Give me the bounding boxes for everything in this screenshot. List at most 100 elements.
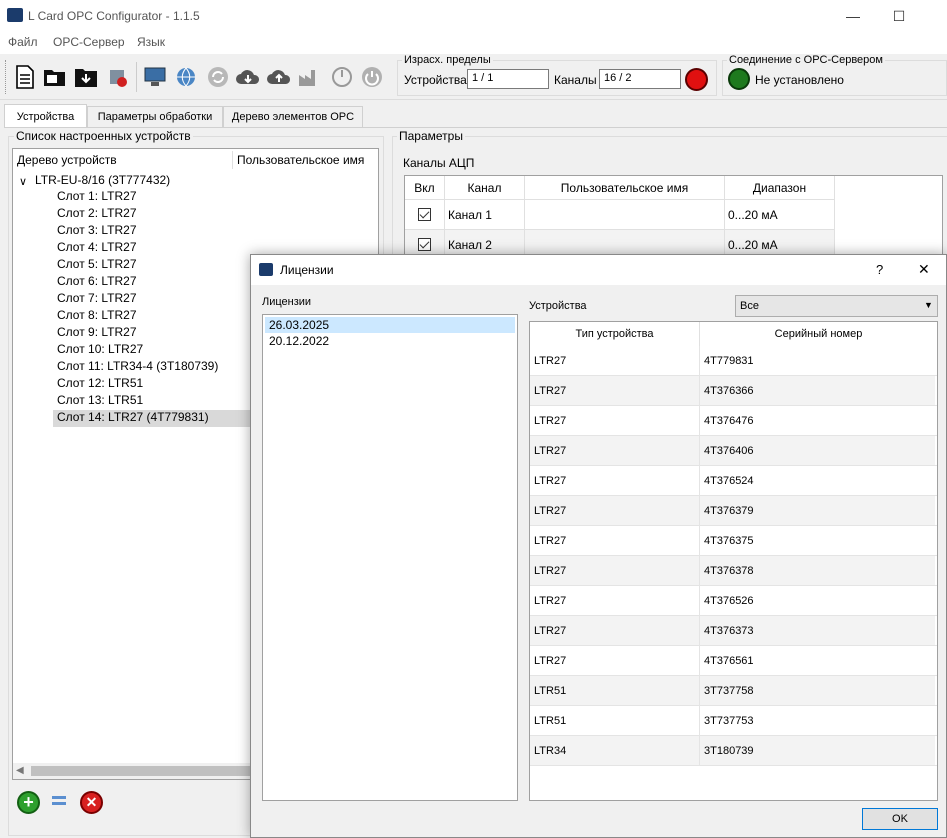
scroll-left-arrow-icon[interactable]: ◀ <box>16 765 24 776</box>
device-row[interactable]: LTR51 3T737758 <box>530 676 937 706</box>
channel-1-range[interactable]: 0...20 мА <box>725 200 835 230</box>
device-row[interactable]: LTR27 4T376524 <box>530 466 937 496</box>
scroll-thumb[interactable] <box>31 766 251 776</box>
adc-section-title: Каналы АЦП <box>403 156 475 170</box>
licenses-dialog: Лицензии ? ✕ Лицензии 26.03.2025 20.12.20… <box>250 254 947 838</box>
license-item[interactable]: 26.03.2025 <box>265 317 515 333</box>
add-device-icon[interactable]: + <box>17 791 40 814</box>
tree-header-device[interactable]: Дерево устройств <box>17 153 117 167</box>
remove-device-icon[interactable]: ✕ <box>80 791 103 814</box>
devices-limit-field[interactable]: 1 / 1 <box>467 69 549 89</box>
tree-slot-node[interactable]: Слот 6: LTR27 <box>53 274 141 291</box>
device-row[interactable]: LTR27 4T376476 <box>530 406 937 436</box>
channels-table: Вкл Канал Пользовательское имя Диапазон … <box>404 175 943 265</box>
tree-slot-node[interactable]: Слот 8: LTR27 <box>53 308 141 325</box>
device-record-icon[interactable] <box>105 64 131 90</box>
tree-slot-node[interactable]: Слот 3: LTR27 <box>53 223 141 240</box>
tree-slot-node[interactable]: Слот 2: LTR27 <box>53 206 141 223</box>
device-row[interactable]: LTR27 4T376373 <box>530 616 937 646</box>
device-type-cell: LTR27 <box>530 346 700 376</box>
tree-slot-node[interactable]: Слот 13: LTR51 <box>53 393 147 410</box>
licenses-label: Лицензии <box>262 296 312 308</box>
dialog-help-button[interactable]: ? <box>876 262 883 277</box>
computer-icon[interactable] <box>142 64 168 90</box>
tree-header-user-name[interactable]: Пользовательское имя <box>237 153 364 167</box>
channels-header-user-name[interactable]: Пользовательское имя <box>525 176 725 200</box>
device-row[interactable]: LTR34 3T180739 <box>530 736 937 766</box>
device-row[interactable]: LTR51 3T737753 <box>530 706 937 736</box>
device-row[interactable]: LTR27 4T376366 <box>530 376 937 406</box>
tree-slot-node[interactable]: Слот 9: LTR27 <box>53 325 141 342</box>
device-serial-cell: 4T376406 <box>700 436 937 466</box>
ok-button[interactable]: OK <box>862 808 938 830</box>
tree-slot-node[interactable]: Слот 4: LTR27 <box>53 240 141 257</box>
minimize-button[interactable]: — <box>830 0 876 32</box>
new-file-icon[interactable] <box>12 64 38 90</box>
licenses-list[interactable]: 26.03.2025 20.12.2022 <box>262 314 518 801</box>
devices-header-serial[interactable]: Серийный номер <box>700 322 937 346</box>
cloud-upload-icon[interactable] <box>266 64 292 90</box>
tree-root-node[interactable]: LTR-EU-8/16 (3T777432) <box>35 173 170 187</box>
device-type-cell: LTR27 <box>530 406 700 436</box>
menu-opc-server[interactable]: OPC-Сервер <box>53 35 125 49</box>
device-row[interactable]: LTR27 4T376526 <box>530 586 937 616</box>
save-icon[interactable] <box>73 64 99 90</box>
toolbar: Израсх. пределы Устройства 1 / 1 Каналы … <box>0 54 947 100</box>
cloud-download-icon[interactable] <box>235 64 261 90</box>
channel-1-user-name[interactable] <box>525 200 725 230</box>
device-serial-cell: 3T737753 <box>700 706 937 736</box>
devices-filter-select[interactable]: Все ▼ <box>735 295 938 317</box>
network-globe-icon[interactable] <box>173 64 199 90</box>
device-type-cell: LTR27 <box>530 436 700 466</box>
device-row[interactable]: LTR27 4T779831 <box>530 346 937 376</box>
device-serial-cell: 4T779831 <box>700 346 937 376</box>
devices-header-type[interactable]: Тип устройства <box>530 322 700 346</box>
license-item[interactable]: 20.12.2022 <box>265 333 515 349</box>
edit-device-icon[interactable] <box>52 796 66 808</box>
device-row[interactable]: LTR27 4T376379 <box>530 496 937 526</box>
channel-1-name: Канал 1 <box>445 200 525 230</box>
tree-slot-node[interactable]: Слот 14: LTR27 (4T779831) <box>53 410 253 427</box>
tree-slot-node[interactable]: Слот 7: LTR27 <box>53 291 141 308</box>
device-row[interactable]: LTR27 4T376406 <box>530 436 937 466</box>
channels-limit-field[interactable]: 16 / 2 <box>599 69 681 89</box>
device-serial-cell: 4T376366 <box>700 376 937 406</box>
device-row[interactable]: LTR27 4T376375 <box>530 526 937 556</box>
device-serial-cell: 4T376375 <box>700 526 937 556</box>
power-icon[interactable] <box>359 64 385 90</box>
tree-slot-node[interactable]: Слот 12: LTR51 <box>53 376 147 393</box>
open-folder-icon[interactable] <box>42 64 68 90</box>
dialog-close-button[interactable]: ✕ <box>918 261 930 278</box>
connection-status-text: Не установлено <box>755 73 844 87</box>
power-timer-icon[interactable] <box>329 64 355 90</box>
tab-processing-params[interactable]: Параметры обработки <box>87 106 223 127</box>
channels-header-channel[interactable]: Канал <box>445 176 525 200</box>
window-title: L Card OPC Configurator - 1.1.5 <box>28 9 200 23</box>
channels-header-range[interactable]: Диапазон <box>725 176 835 200</box>
tree-slot-node[interactable]: Слот 5: LTR27 <box>53 257 141 274</box>
channels-limit-label: Каналы <box>554 73 597 87</box>
chevron-down-icon[interactable]: ∨ <box>19 175 27 188</box>
limits-status-indicator <box>685 68 708 91</box>
tab-opc-tree[interactable]: Дерево элементов OPC <box>223 106 363 127</box>
connection-status-indicator <box>728 68 750 90</box>
channel-1-checkbox[interactable] <box>418 208 431 221</box>
device-row[interactable]: LTR27 4T376378 <box>530 556 937 586</box>
tree-slot-node[interactable]: Слот 11: LTR34-4 (3T180739) <box>53 359 222 376</box>
device-type-cell: LTR27 <box>530 586 700 616</box>
tree-slot-node[interactable]: Слот 1: LTR27 <box>53 189 141 206</box>
tree-slot-node[interactable]: Слот 10: LTR27 <box>53 342 147 359</box>
channels-header-enabled[interactable]: Вкл <box>405 176 445 200</box>
device-serial-cell: 4T376524 <box>700 466 937 496</box>
maximize-button[interactable]: ☐ <box>876 0 922 32</box>
device-row[interactable]: LTR27 4T376561 <box>530 646 937 676</box>
channel-2-checkbox[interactable] <box>418 238 431 251</box>
tab-devices[interactable]: Устройства <box>4 104 87 128</box>
device-type-cell: LTR27 <box>530 646 700 676</box>
factory-icon[interactable] <box>297 64 323 90</box>
toolbar-separator <box>136 62 137 92</box>
menu-language[interactable]: Язык <box>137 35 165 49</box>
refresh-icon[interactable] <box>205 64 231 90</box>
menu-file[interactable]: Файл <box>8 35 38 49</box>
left-panel-title: Список настроенных устройств <box>14 129 193 143</box>
